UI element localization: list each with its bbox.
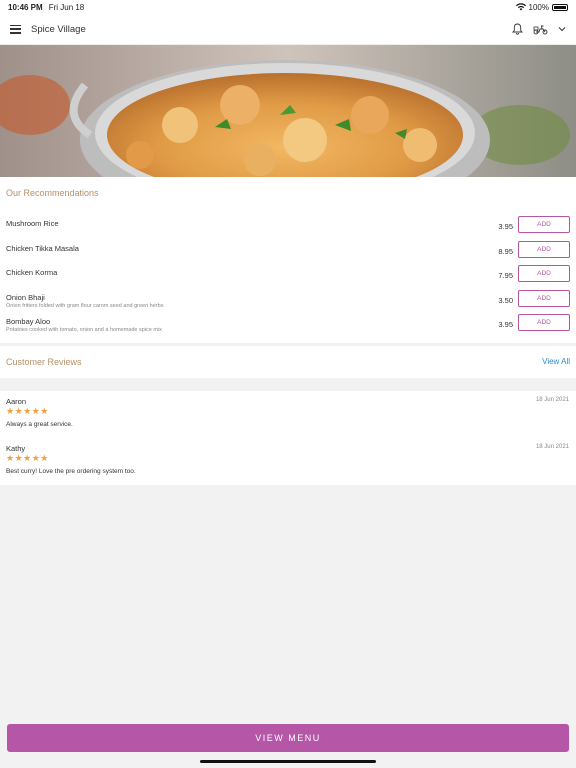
item-price: 7.95 [498, 271, 513, 280]
star-rating: ★★★★★ [6, 453, 49, 463]
review-item: Aaron 18 Jun 2021 ★★★★★ Always a great s… [0, 391, 576, 438]
add-button[interactable]: ADD [518, 289, 570, 307]
bell-icon[interactable] [512, 23, 523, 35]
home-indicator[interactable] [200, 760, 376, 763]
status-bar: 10:46 PM Fri Jun 18 100% [0, 0, 576, 14]
recommendations-list: Mushroom Rice 3.95 ADD Chicken Tikka Mas… [0, 216, 576, 339]
star-rating: ★★★★★ [6, 406, 49, 416]
status-date: Fri Jun 18 [48, 2, 85, 12]
menu-icon[interactable] [10, 24, 21, 34]
review-date: 18 Jun 2021 [535, 397, 569, 403]
wifi-icon [515, 3, 526, 11]
scooter-icon[interactable] [533, 24, 548, 35]
list-item: Chicken Korma 7.95 ADD [0, 265, 576, 290]
review-author: Kathy [6, 444, 26, 453]
item-description: Onion fritters folded with gram flour ca… [6, 302, 164, 309]
review-author: Aaron [6, 397, 27, 406]
item-name: Mushroom Rice [6, 219, 59, 228]
status-time: 10:46 PM [8, 2, 43, 12]
review-text: Best curry! Love the pre ordering system… [6, 468, 136, 475]
restaurant-title: Spice Village [31, 23, 86, 35]
curry-dish-image [0, 45, 576, 177]
add-button[interactable]: ADD [518, 265, 570, 282]
battery-percent: 100% [528, 2, 549, 12]
list-item: Onion Bhaji Onion fritters folded with g… [0, 289, 576, 315]
reviews-list: Aaron 18 Jun 2021 ★★★★★ Always a great s… [0, 391, 576, 485]
review-item: Kathy 18 Jun 2021 ★★★★★ Best curry! Love… [0, 438, 576, 485]
item-price: 8.95 [498, 246, 513, 256]
recommendations-section: Our Recommendations Mushroom Rice 3.95 A… [0, 177, 576, 343]
review-text: Always a great service. [6, 421, 73, 428]
nav-icons [512, 23, 566, 35]
list-item: Mushroom Rice 3.95 ADD [0, 216, 576, 241]
view-menu-button[interactable]: VIEW MENU [7, 724, 569, 752]
recommendations-title: Our Recommendations [6, 188, 99, 198]
list-item: Bombay Aloo Potatoes cooked with tomato,… [0, 314, 576, 339]
item-name: Onion Bhaji [6, 292, 45, 302]
chevron-down-icon[interactable] [558, 26, 566, 32]
view-all-link[interactable]: View All [542, 357, 570, 366]
add-button[interactable]: ADD [518, 216, 570, 233]
reviews-header: Customer Reviews View All [0, 346, 576, 378]
item-name: Chicken Korma [6, 268, 58, 277]
hero-image [0, 45, 576, 177]
item-price: 3.95 [498, 320, 513, 329]
reviews-title: Customer Reviews [6, 357, 82, 367]
item-description: Potatoes cooked with tomato, onion and a… [6, 327, 162, 333]
item-name: Chicken Tikka Masala [6, 243, 79, 253]
add-button[interactable]: ADD [518, 314, 570, 331]
top-nav: Spice Village [0, 14, 576, 45]
add-button[interactable]: ADD [518, 240, 570, 258]
review-date: 18 Jun 2021 [535, 444, 569, 450]
battery-icon [552, 3, 568, 11]
list-item: Chicken Tikka Masala 8.95 ADD [0, 240, 576, 266]
item-price: 3.95 [498, 222, 513, 231]
status-right: 100% [515, 2, 568, 12]
item-name: Bombay Aloo [6, 317, 51, 326]
item-price: 3.50 [498, 295, 513, 305]
